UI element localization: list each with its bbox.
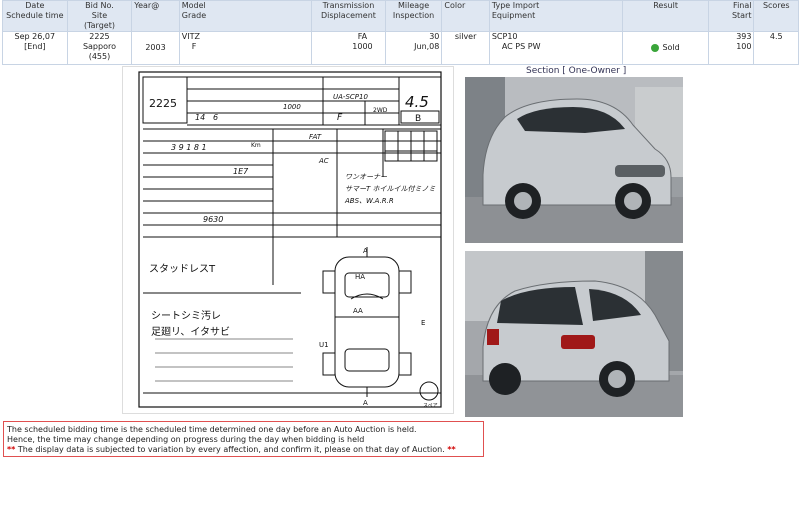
schedule-value: [End] [24,42,46,51]
col-transmission[interactable]: Transmission Displacement [311,0,386,32]
displacement-value: 1000 [352,42,373,51]
sheet-inspector-note-1: シートシミ汚レ [151,309,221,322]
sheet-displacement: 1000 [283,103,301,111]
start-value: 100 [736,42,752,51]
sheet-score: 4.5 [405,93,429,111]
color-value: silver [454,32,477,41]
col-result[interactable]: Result [622,0,710,32]
auction-sheet-image[interactable]: 2225 UA-SCP10 14 6 1000 F 2WD 4.5 B 3 9 … [122,66,454,414]
notice-line-2: Hence, the time may change depending on … [7,435,365,444]
col-scores[interactable]: Scores [753,0,799,32]
notice-star-end: ** [447,445,456,454]
car-photo-front[interactable] [465,77,683,243]
col-year[interactable]: Year@ [131,0,180,32]
sheet-selling-point-2: サマーT ホイルイル付ミノミ [345,185,436,193]
lot-table: Date Schedule time Bid No. Site (Target) Ye… [2,0,799,65]
sheet-recycle: 9630 [203,215,223,224]
auction-notice: The scheduled bidding time is the schedu… [3,421,484,457]
type-value: SCP10 [491,32,518,41]
sheet-interior: B [415,114,421,124]
sheet-shift: FAT [309,133,322,141]
diagram-label-a-bottom: A [363,399,368,407]
diagram-spare: スペア [423,403,438,409]
sheet-ac: AC [318,157,329,165]
final-value: 393 [736,32,752,41]
section-label: Section [ One-Owner ] [526,66,627,76]
auction-sheet-drawing: 2225 UA-SCP10 14 6 1000 F 2WD 4.5 B 3 9 … [138,71,442,409]
bid-no-value: 2225 [89,32,110,41]
diagram-label-a-top: A [363,247,368,255]
site-value: Sapporo [82,42,116,51]
car-photo-rear[interactable] [465,251,683,417]
diagram-label-ha: HA [355,273,365,281]
col-type[interactable]: Type Import Equipment [488,0,624,32]
model-value: VITZ [181,32,200,41]
notice-line-1: The scheduled bidding time is the schedu… [7,425,417,434]
inspection-value: Jun,08 [414,42,440,51]
col-mileage[interactable]: Mileage Inspection [384,0,443,32]
col-color[interactable]: Color [441,0,490,32]
grade-value: F [191,42,197,51]
table-header-row: Date Schedule time Bid No. Site (Target) Ye… [2,0,799,32]
sold-status-icon [651,43,660,52]
col-bid-no[interactable]: Bid No. Site (Target) [66,0,133,32]
mileage-value: 30 [429,32,440,41]
col-date[interactable]: Date Schedule time [2,0,68,32]
sheet-lot-no: 2225 [149,97,177,110]
year-value: 2003 [145,43,166,52]
sheet-inspector-note-2: 足廻リ、イタサビ [151,326,230,338]
sheet-selling-point-3: ABS、W.A.R.R [344,197,394,205]
result-value: Sold [662,43,680,52]
sheet-model-code: UA-SCP10 [333,93,368,101]
col-model[interactable]: Model Grade [178,0,313,32]
sheet-month: 6 [213,113,218,122]
col-final[interactable]: Final Start [708,0,755,32]
diagram-label-aa: AA [353,307,363,315]
sheet-grade: F [337,113,343,123]
diagram-label-u1: U1 [319,341,329,349]
sheet-mileage-unit: Km [251,142,261,149]
sheet-notes: スタッドレスT [149,263,216,275]
score-value: 4.5 [769,32,783,41]
table-row[interactable]: Sep 26,07 [End] 2225 Sapporo (455) 2003 VIT… [2,31,799,65]
equipment-value: AC PS PW [501,42,541,51]
target-value: (455) [88,52,111,61]
transmission-value: FA [357,32,368,41]
sheet-year: 14 [195,113,205,122]
date-value: Sep 26,07 [14,32,56,41]
sheet-selling-point-1: ワンオーナー [345,173,388,181]
sheet-drive: 2WD [373,107,388,114]
sheet-color-code: 1E7 [233,167,249,176]
notice-line-3: ** The display data is subjected to vari… [7,445,456,454]
sheet-mileage: 3 9 1 8 1 [171,143,207,152]
auction-lot-page: Date Schedule time Bid No. Site (Target) Ye… [0,0,800,513]
diagram-label-e: E [421,319,425,327]
